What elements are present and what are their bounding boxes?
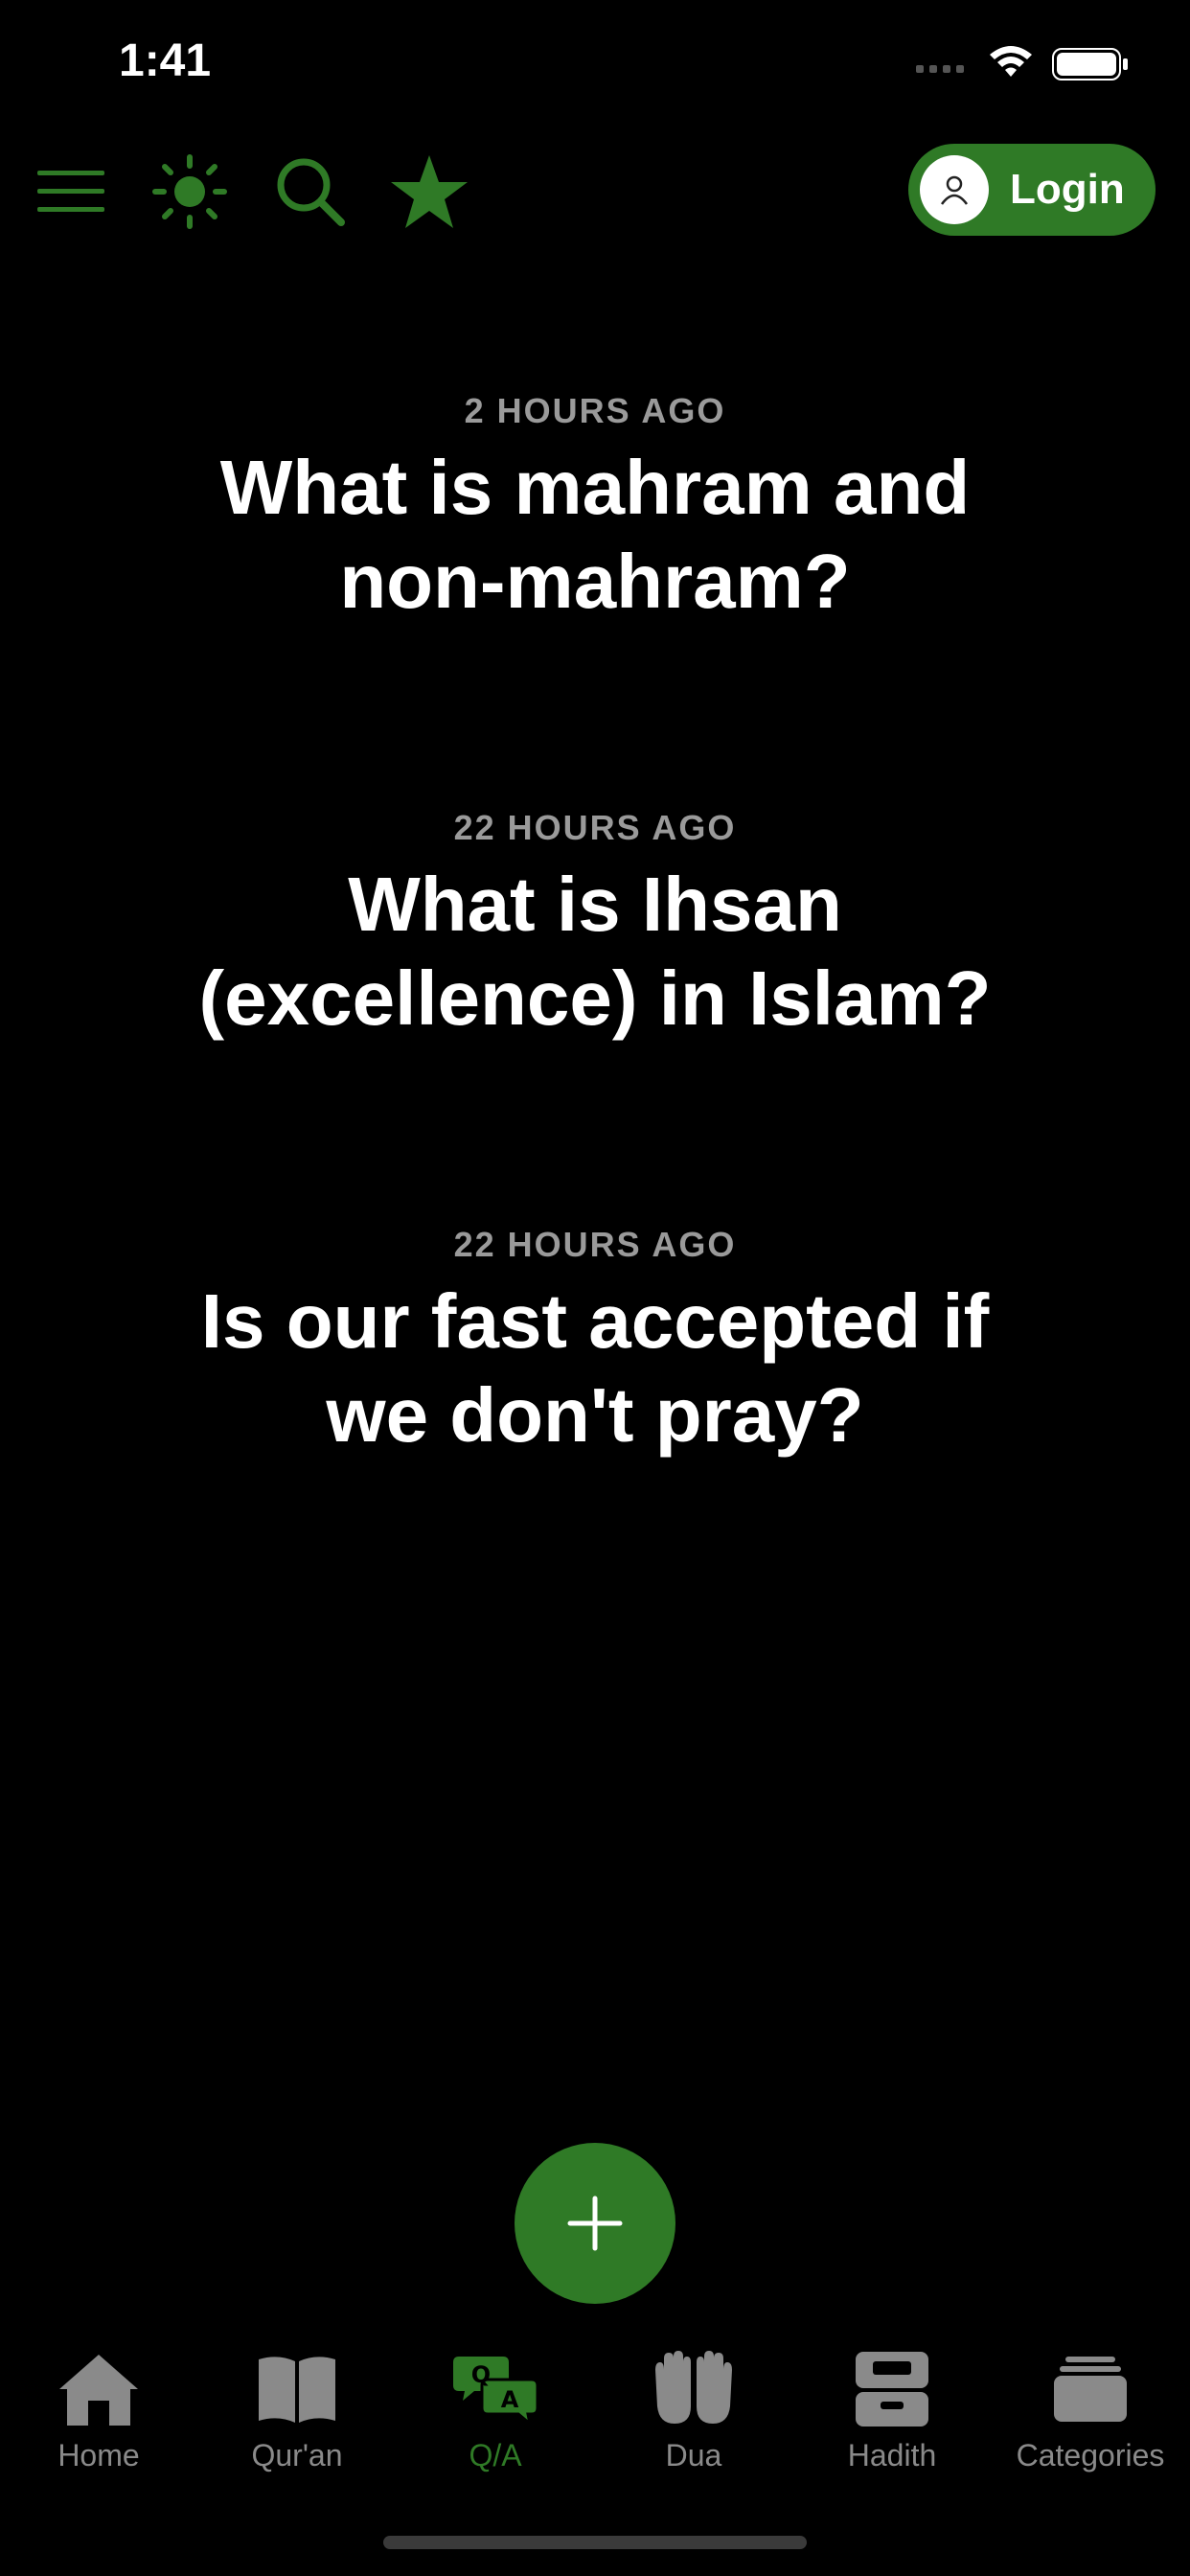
svg-text:Q: Q (471, 2361, 491, 2388)
tab-home[interactable]: Home (0, 2346, 197, 2490)
tab-label: Dua (665, 2438, 722, 2472)
stack-icon (1042, 2346, 1138, 2432)
book-icon (249, 2346, 345, 2432)
question-time: 2 HOURS AGO (464, 391, 726, 430)
status-bar: 1:41 (0, 0, 1190, 134)
search-icon[interactable] (270, 151, 351, 232)
sun-icon[interactable] (149, 151, 230, 232)
plus-icon (567, 2196, 623, 2251)
tab-categories[interactable]: Categories (992, 2346, 1189, 2490)
praying-hands-icon (646, 2346, 742, 2432)
question-time: 22 HOURS AGO (453, 808, 737, 847)
tab-label: Home (57, 2438, 140, 2472)
add-question-button[interactable] (515, 2143, 675, 2304)
menu-icon[interactable] (31, 151, 111, 232)
home-indicator[interactable] (383, 2536, 807, 2549)
tab-bar: Home Qur'an Q A Q/A Dua Hadith Categorie… (0, 2329, 1190, 2520)
home-icon (51, 2346, 147, 2432)
question-title[interactable]: What is mahram and non-mahram? (164, 441, 1026, 629)
question-item[interactable]: 22 HOURS AGO What is Ihsan (excellence) … (0, 808, 1190, 1046)
question-item[interactable]: 22 HOURS AGO Is our fast accepted if we … (0, 1225, 1190, 1462)
login-button[interactable]: Login (908, 144, 1156, 236)
qa-screen: 1:41 Login 2 HOURS AGO What is mahram an… (0, 0, 1190, 2576)
question-title[interactable]: Is our fast accepted if we don't pray? (164, 1275, 1026, 1462)
battery-icon (1052, 48, 1128, 80)
tab-quran[interactable]: Qur'an (198, 2346, 396, 2490)
qa-bubbles-icon: Q A (447, 2346, 543, 2432)
svg-text:A: A (501, 2386, 519, 2413)
archive-icon (844, 2346, 940, 2432)
question-title[interactable]: What is Ihsan (excellence) in Islam? (164, 858, 1026, 1046)
tab-label: Categories (1016, 2438, 1165, 2472)
tab-hadith[interactable]: Hadith (793, 2346, 991, 2490)
question-time: 22 HOURS AGO (453, 1225, 737, 1264)
cellular-signal-icon (916, 65, 964, 73)
wifi-icon (990, 46, 1032, 77)
star-icon[interactable] (389, 151, 469, 232)
user-avatar-icon (920, 155, 989, 224)
tab-dua[interactable]: Dua (595, 2346, 792, 2490)
login-label: Login (1010, 166, 1125, 213)
tab-qa[interactable]: Q A Q/A (397, 2346, 594, 2490)
tab-label: Qur'an (251, 2438, 343, 2472)
question-item[interactable]: 2 HOURS AGO What is mahram and non-mahra… (0, 391, 1190, 629)
status-time: 1:41 (119, 35, 212, 86)
tab-label: Q/A (469, 2438, 522, 2472)
top-toolbar: Login (0, 134, 1190, 249)
tab-label: Hadith (847, 2438, 937, 2472)
